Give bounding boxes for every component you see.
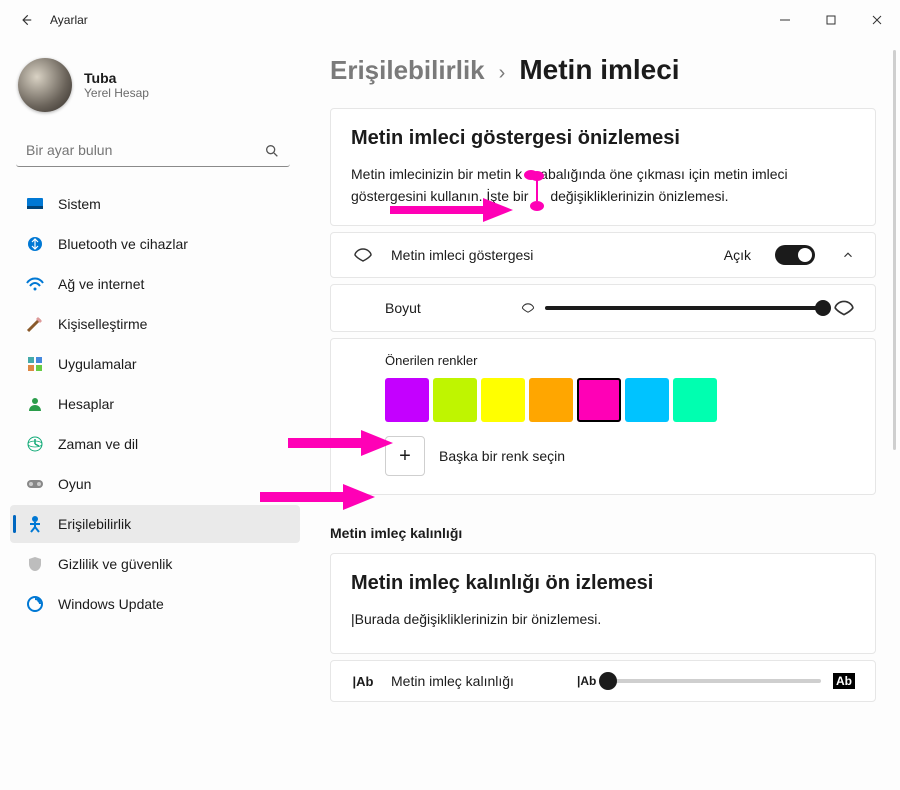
app-title: Ayarlar xyxy=(50,13,88,27)
search-icon xyxy=(264,143,280,159)
size-shape-small-icon xyxy=(521,301,535,315)
preview-desc: Metin imlecinizin bir metin kabalığında … xyxy=(351,164,855,207)
chevron-right-icon: › xyxy=(499,62,506,85)
maximize-button[interactable] xyxy=(808,0,854,40)
thickness-slider[interactable] xyxy=(608,679,821,683)
nav-icon-0 xyxy=(26,195,44,213)
indicator-toggle-row[interactable]: Metin imleci göstergesi Açık xyxy=(330,232,876,278)
color-swatch-5[interactable] xyxy=(625,378,669,422)
user-block[interactable]: Tuba Yerel Hesap xyxy=(10,50,300,130)
breadcrumb-leaf: Metin imleci xyxy=(519,54,679,86)
color-swatch-1[interactable] xyxy=(433,378,477,422)
preview-card: Metin imleci göstergesi önizlemesi Metin… xyxy=(330,108,876,226)
nav-label: Erişilebilirlik xyxy=(58,516,131,532)
ab-slider-small-icon: |Ab xyxy=(577,674,596,688)
user-name: Tuba xyxy=(84,70,149,86)
sidebar: Tuba Yerel Hesap Sistem Bluetooth ve ciha… xyxy=(0,40,300,790)
colors-block: Önerilen renkler + Başka bir renk seçin xyxy=(330,338,876,495)
nav-label: Zaman ve dil xyxy=(58,436,138,452)
window-controls xyxy=(762,0,900,40)
sidebar-item-2[interactable]: Ağ ve internet xyxy=(10,265,300,303)
main-content: Erişilebilirlik › Metin imleci Metin iml… xyxy=(300,40,900,790)
sidebar-item-6[interactable]: Zaman ve dil xyxy=(10,425,300,463)
nav-icon-3 xyxy=(26,315,44,333)
nav-icon-7 xyxy=(26,475,44,493)
nav-icon-4 xyxy=(26,355,44,373)
chevron-up-icon xyxy=(841,248,855,262)
color-swatch-4[interactable] xyxy=(577,378,621,422)
back-icon xyxy=(19,13,33,27)
nav-icon-2 xyxy=(26,275,44,293)
sidebar-item-9[interactable]: Gizlilik ve güvenlik xyxy=(10,545,300,583)
sidebar-item-4[interactable]: Uygulamalar xyxy=(10,345,300,383)
color-swatch-0[interactable] xyxy=(385,378,429,422)
swatch-row xyxy=(385,378,855,422)
color-swatch-2[interactable] xyxy=(481,378,525,422)
nav-label: Oyun xyxy=(58,476,91,492)
color-swatch-6[interactable] xyxy=(673,378,717,422)
nav-icon-8 xyxy=(26,515,44,533)
minimize-icon xyxy=(779,14,791,26)
nav-label: Windows Update xyxy=(58,596,164,612)
back-button[interactable] xyxy=(14,8,38,32)
toggle-state-label: Açık xyxy=(724,247,751,263)
cursor-indicator-preview-mid xyxy=(530,187,544,207)
thickness-card-title: Metin imleç kalınlığı ön izlemesi xyxy=(351,572,855,595)
sidebar-item-1[interactable]: Bluetooth ve cihazlar xyxy=(10,225,300,263)
ab-slider-big-icon: Ab xyxy=(833,673,855,689)
size-slider[interactable] xyxy=(545,306,823,310)
search-box[interactable] xyxy=(16,134,290,167)
user-sub: Yerel Hesap xyxy=(84,86,149,100)
nav-icon-5 xyxy=(26,395,44,413)
sidebar-item-7[interactable]: Oyun xyxy=(10,465,300,503)
nav-icon-10 xyxy=(26,595,44,613)
preview-title: Metin imleci göstergesi önizlemesi xyxy=(351,127,855,150)
indicator-shape-icon xyxy=(351,247,375,263)
color-swatch-3[interactable] xyxy=(529,378,573,422)
indicator-toggle-label: Metin imleci göstergesi xyxy=(391,247,708,263)
nav-label: Ağ ve internet xyxy=(58,276,144,292)
close-icon xyxy=(871,14,883,26)
nav-label: Gizlilik ve güvenlik xyxy=(58,556,172,572)
breadcrumb: Erişilebilirlik › Metin imleci xyxy=(330,54,876,86)
add-color-label: Başka bir renk seçin xyxy=(439,448,565,464)
titlebar: Ayarlar xyxy=(0,0,900,40)
thickness-section-heading: Metin imleç kalınlığı xyxy=(330,525,876,541)
colors-title: Önerilen renkler xyxy=(385,353,855,368)
nav-label: Hesaplar xyxy=(58,396,114,412)
close-button[interactable] xyxy=(854,0,900,40)
size-row: Boyut xyxy=(330,284,876,332)
indicator-toggle[interactable] xyxy=(775,245,815,265)
breadcrumb-root[interactable]: Erişilebilirlik xyxy=(330,55,485,86)
nav-label: Bluetooth ve cihazlar xyxy=(58,236,188,252)
ab-small-icon: |Ab xyxy=(351,674,375,689)
thickness-row: |Ab Metin imleç kalınlığı |Ab Ab xyxy=(330,660,876,702)
size-label: Boyut xyxy=(385,300,505,316)
size-slider-thumb[interactable] xyxy=(815,300,831,316)
nav-icon-1 xyxy=(26,235,44,253)
nav-icon-9 xyxy=(26,555,44,573)
add-color-button[interactable]: + xyxy=(385,436,425,476)
avatar xyxy=(18,58,72,112)
thickness-slider-thumb[interactable] xyxy=(599,672,617,690)
sidebar-item-0[interactable]: Sistem xyxy=(10,185,300,223)
sidebar-item-8[interactable]: Erişilebilirlik xyxy=(10,505,300,543)
sidebar-item-5[interactable]: Hesaplar xyxy=(10,385,300,423)
sidebar-item-10[interactable]: Windows Update xyxy=(10,585,300,623)
nav-label: Uygulamalar xyxy=(58,356,137,372)
thickness-card-desc: |Burada değişikliklerinizin bir önizleme… xyxy=(351,609,855,631)
scrollbar[interactable] xyxy=(893,50,896,450)
nav-label: Sistem xyxy=(58,196,101,212)
plus-icon: + xyxy=(399,445,411,468)
nav-label: Kişiselleştirme xyxy=(58,316,147,332)
minimize-button[interactable] xyxy=(762,0,808,40)
sidebar-item-3[interactable]: Kişiselleştirme xyxy=(10,305,300,343)
thickness-row-label: Metin imleç kalınlığı xyxy=(391,673,561,689)
size-shape-large-icon xyxy=(833,297,855,319)
nav: Sistem Bluetooth ve cihazlar Ağ ve interne… xyxy=(10,185,300,623)
thickness-preview-card: Metin imleç kalınlığı ön izlemesi |Burad… xyxy=(330,553,876,654)
maximize-icon xyxy=(825,14,837,26)
search-input[interactable] xyxy=(16,134,290,167)
nav-icon-6 xyxy=(26,435,44,453)
